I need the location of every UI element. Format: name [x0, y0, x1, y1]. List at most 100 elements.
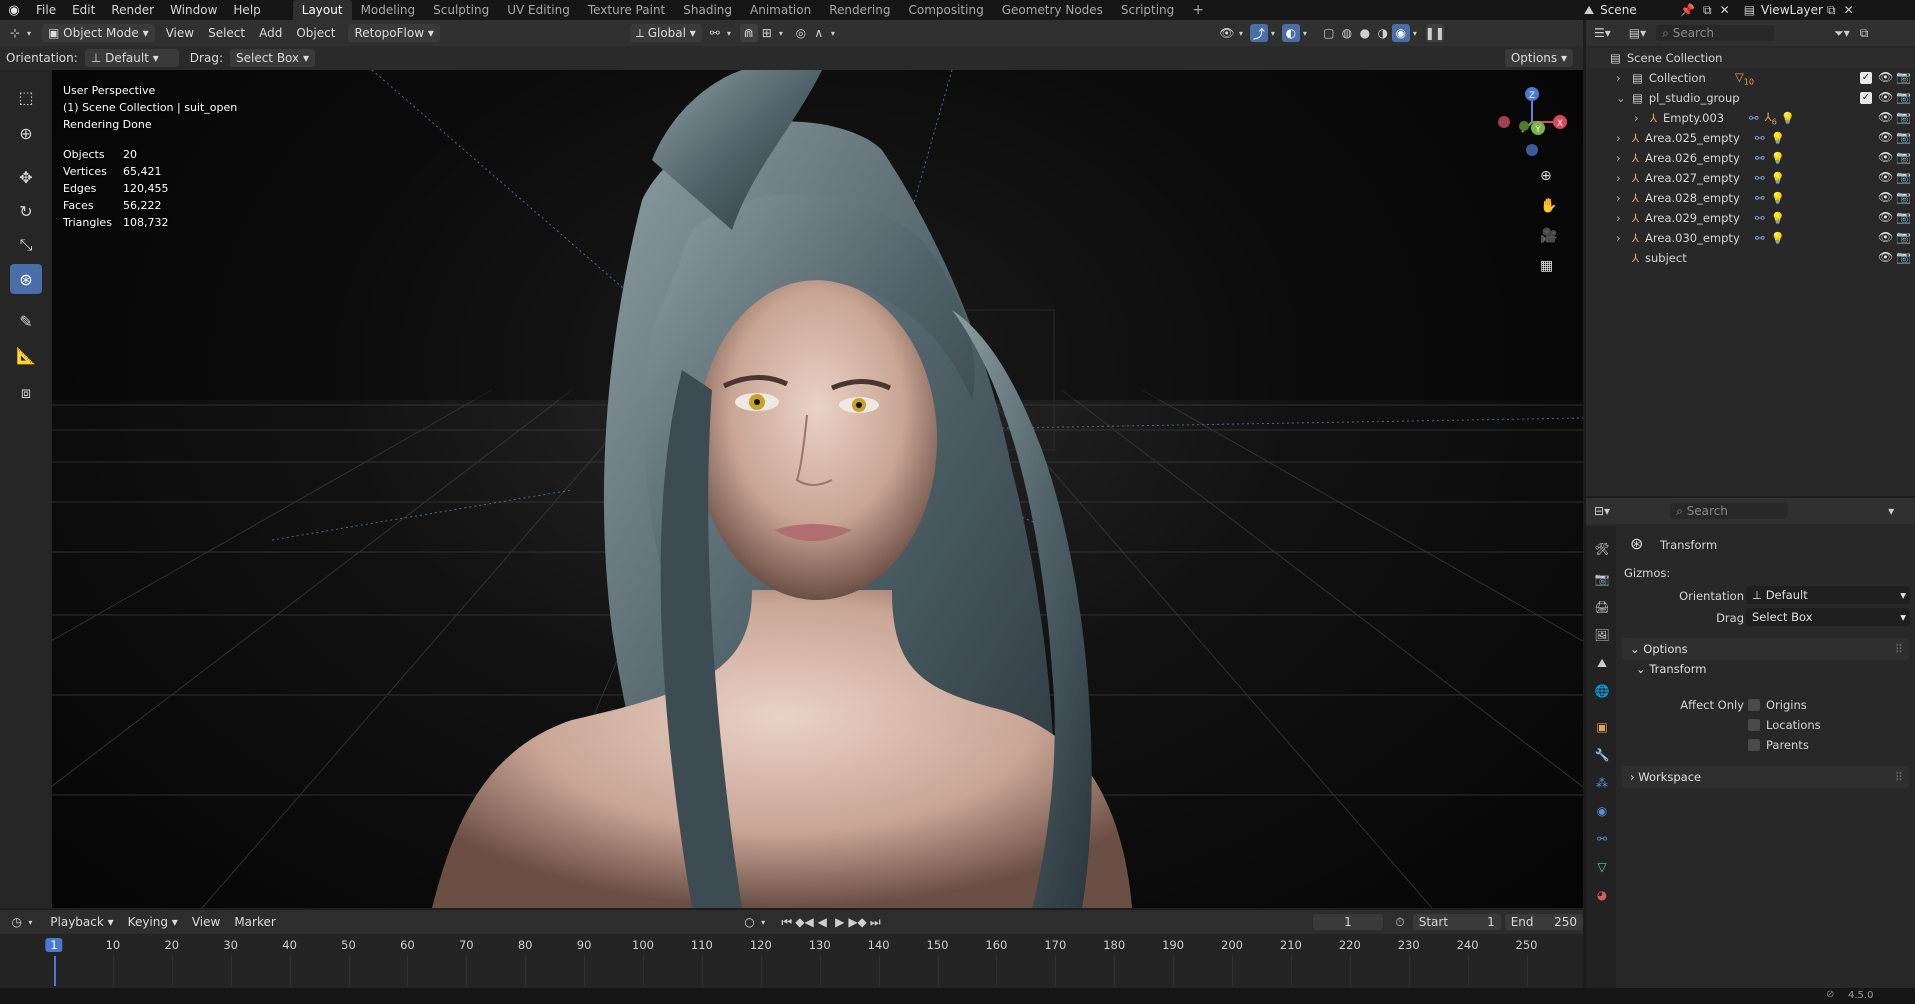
- tab-modeling[interactable]: Modeling: [352, 0, 425, 20]
- constraint-tab-icon[interactable]: ⚯: [1593, 830, 1611, 848]
- tab-layout[interactable]: Layout: [292, 0, 352, 20]
- outliner-search-input[interactable]: ⌕ Search: [1656, 25, 1775, 41]
- eye-icon[interactable]: 👁: [1878, 230, 1893, 244]
- options-button[interactable]: Options ▾: [1504, 49, 1573, 67]
- rotate-icon[interactable]: ↻: [10, 196, 42, 226]
- auto-keying-icon[interactable]: ○: [741, 913, 759, 931]
- data-tab-icon[interactable]: ▽: [1593, 858, 1611, 876]
- options-panel-header[interactable]: ⌄ Options ⠿: [1622, 638, 1909, 660]
- rendered-shading-icon[interactable]: ◉: [1391, 24, 1410, 42]
- xray-icon[interactable]: ▢: [1320, 24, 1338, 42]
- keying-menu[interactable]: Keying ▾: [121, 915, 185, 929]
- remove-scene-icon[interactable]: ✕: [1720, 3, 1730, 17]
- render-camera-icon[interactable]: 📷: [1896, 70, 1911, 84]
- menu-add[interactable]: Add: [252, 26, 289, 40]
- falloff-icon[interactable]: ∧: [810, 24, 828, 42]
- outliner-row-empty-003[interactable]: › ⅄ Empty.003 ⚯ ⅄6 💡 👁 📷: [1586, 108, 1915, 128]
- add-cube-icon[interactable]: ⧈: [10, 378, 42, 408]
- marker-menu[interactable]: Marker: [227, 915, 282, 929]
- eye-icon[interactable]: 👁: [1878, 130, 1893, 144]
- expand-icon[interactable]: ›: [1616, 71, 1628, 85]
- render-camera-icon[interactable]: 📷: [1896, 170, 1911, 184]
- outliner-row-collection[interactable]: › ▤ Collection ▽10 ✓ 👁 📷: [1586, 68, 1915, 88]
- eye-icon[interactable]: 👁: [1878, 110, 1893, 124]
- eye-icon[interactable]: 👁: [1878, 150, 1893, 164]
- outliner-row-subject[interactable]: ⅄ subject 👁 📷: [1586, 248, 1915, 268]
- scale-icon[interactable]: ⤡: [10, 230, 42, 260]
- menu-file[interactable]: File: [28, 0, 64, 20]
- tab-texture-paint[interactable]: Texture Paint: [579, 0, 674, 20]
- pause-render-icon[interactable]: ❚❚: [1425, 24, 1445, 42]
- outliner-root[interactable]: ▤ Scene Collection: [1586, 48, 1915, 68]
- properties-editor-icon[interactable]: ⊟▾: [1594, 504, 1610, 518]
- world-tab-icon[interactable]: 🌐: [1593, 682, 1611, 700]
- tab-rendering[interactable]: Rendering: [820, 0, 899, 20]
- eye-icon[interactable]: 👁: [1878, 90, 1893, 104]
- outliner-row-area-025[interactable]: › ⅄ Area.025_empty ⚯ 💡 👁 📷: [1586, 128, 1915, 148]
- jump-start-icon[interactable]: ⏮: [778, 913, 796, 931]
- chevron-down-icon[interactable]: ▾: [1888, 504, 1894, 518]
- display-mode-icon[interactable]: ▤▾: [1629, 26, 1646, 40]
- modifier-tab-icon[interactable]: 🔧: [1593, 746, 1611, 764]
- navigation-gizmo[interactable]: Z X Y: [1492, 82, 1572, 162]
- outliner-row-area-030[interactable]: › ⅄ Area.030_empty ⚯ 💡 👁 📷: [1586, 228, 1915, 248]
- measure-icon[interactable]: 📐: [10, 340, 42, 370]
- render-camera-icon[interactable]: 📷: [1896, 250, 1911, 264]
- pan-hand-icon[interactable]: ✋: [1540, 198, 1557, 214]
- pivot-icon[interactable]: ⚯: [706, 24, 724, 42]
- retopoflow-menu[interactable]: RetopoFlow ▾: [348, 24, 440, 42]
- exclude-checkbox[interactable]: ✓: [1860, 72, 1872, 84]
- transform-subpanel-header[interactable]: ⌄ Transform: [1636, 662, 1707, 676]
- render-camera-icon[interactable]: 📷: [1896, 110, 1911, 124]
- overlay-toggle-icon[interactable]: ◐: [1281, 24, 1300, 42]
- render-camera-icon[interactable]: 📷: [1896, 210, 1911, 224]
- expand-icon[interactable]: ›: [1634, 111, 1646, 125]
- tab-compositing[interactable]: Compositing: [899, 0, 992, 20]
- drag-select[interactable]: Select Box ▾: [229, 49, 315, 67]
- solid-shading-icon[interactable]: ●: [1356, 24, 1374, 42]
- locations-checkbox[interactable]: [1748, 719, 1760, 731]
- timeline-area[interactable]: 1 10 20 30 40 50 60 70 80 90 100 110 120 130 140 150 160…: [0, 934, 1583, 988]
- expand-icon[interactable]: ›: [1616, 151, 1628, 165]
- expand-icon[interactable]: ›: [1616, 211, 1628, 225]
- drag-handle-icon[interactable]: ⠿: [1895, 766, 1903, 788]
- new-scene-icon[interactable]: ⧉: [1703, 3, 1712, 18]
- outliner-row-area-028[interactable]: › ⅄ Area.028_empty ⚯ 💡 👁 📷: [1586, 188, 1915, 208]
- mode-select[interactable]: ▣ Object Mode ▾: [42, 24, 155, 42]
- visibility-icon[interactable]: 👁: [1218, 24, 1236, 42]
- render-camera-icon[interactable]: 📷: [1896, 230, 1911, 244]
- eye-icon[interactable]: 👁: [1878, 70, 1893, 84]
- view-layer-tab-icon[interactable]: 🖼: [1593, 626, 1611, 644]
- scene-name[interactable]: Scene: [1600, 3, 1680, 17]
- timeline-editor-icon[interactable]: ◷: [8, 913, 26, 931]
- editor-type-icon[interactable]: ⊹: [6, 24, 24, 42]
- proportional-edit-icon[interactable]: ◎: [792, 24, 810, 42]
- drag-handle-icon[interactable]: ⠿: [1895, 638, 1903, 660]
- transform-icon[interactable]: ⊛: [10, 264, 42, 294]
- expand-icon[interactable]: ›: [1616, 171, 1628, 185]
- cursor-icon[interactable]: ⊕: [10, 118, 42, 148]
- physics-tab-icon[interactable]: ◉: [1593, 802, 1611, 820]
- orientation-select[interactable]: ⊥ Default ▾: [84, 49, 179, 67]
- eye-icon[interactable]: 👁: [1878, 170, 1893, 184]
- collapse-icon[interactable]: ⌄: [1616, 91, 1628, 105]
- exclude-checkbox[interactable]: ✓: [1860, 92, 1872, 104]
- zoom-icon[interactable]: ⊕: [1540, 168, 1552, 184]
- eye-icon[interactable]: 👁: [1878, 210, 1893, 224]
- menu-edit[interactable]: Edit: [64, 0, 103, 20]
- outliner-row-area-026[interactable]: › ⅄ Area.026_empty ⚯ 💡 👁 📷: [1586, 148, 1915, 168]
- render-camera-icon[interactable]: 📷: [1896, 190, 1911, 204]
- render-camera-icon[interactable]: 📷: [1896, 150, 1911, 164]
- workspace-panel-header[interactable]: › Workspace ⠿: [1622, 766, 1909, 788]
- gizmo-toggle-icon[interactable]: ⤴: [1249, 24, 1268, 42]
- view-layer-name[interactable]: ViewLayer: [1761, 3, 1827, 17]
- play-icon[interactable]: ▶: [831, 913, 849, 931]
- orientation-dropdown[interactable]: ⊥ Default ▾: [1746, 586, 1910, 604]
- menu-view[interactable]: View: [159, 26, 201, 40]
- tab-shading[interactable]: Shading: [674, 0, 741, 20]
- tab-sculpting[interactable]: Sculpting: [424, 0, 498, 20]
- end-frame-field[interactable]: End 250: [1504, 914, 1583, 930]
- properties-search-input[interactable]: ⌕ Search: [1670, 503, 1789, 519]
- jump-end-icon[interactable]: ⏭: [867, 913, 885, 931]
- outliner-row-area-027[interactable]: › ⅄ Area.027_empty ⚯ 💡 👁 📷: [1586, 168, 1915, 188]
